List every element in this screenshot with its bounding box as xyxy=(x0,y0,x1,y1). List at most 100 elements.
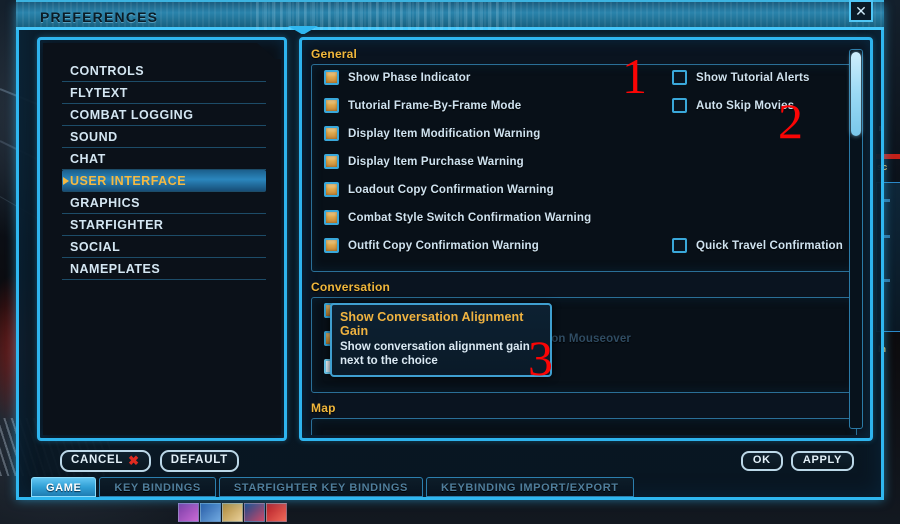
window-title: PREFERENCES xyxy=(40,9,159,25)
tab-keybinding-import-export[interactable]: KEYBINDING IMPORT/EXPORT xyxy=(426,477,634,497)
option-row: Tutorial Frame-By-Frame Mode Auto Skip Mo… xyxy=(312,98,856,126)
checkbox[interactable] xyxy=(324,70,339,85)
section-box-map xyxy=(311,418,857,435)
category-sidebar: CONTROLS FLYTEXT COMBAT LOGGING SOUND CHAT US… xyxy=(37,37,287,441)
sidebar-item-sound[interactable]: SOUND xyxy=(62,126,266,148)
ability-slot[interactable] xyxy=(244,503,265,522)
option-auto-skip-movies[interactable]: Auto Skip Movies xyxy=(672,98,794,113)
option-label: Display Item Purchase Warning xyxy=(348,155,524,168)
tab-starfighter-key-bindings[interactable]: STARFIGHTER KEY BINDINGS xyxy=(218,477,423,497)
screen: sc In PREFERENCES ✕ CONTROLSFLYTEXTCOMBA… xyxy=(0,0,900,524)
checkbox[interactable] xyxy=(672,238,687,253)
options-panel: General Show Phase Indicator Show Tutorial… xyxy=(299,37,873,441)
preferences-window: PREFERENCES ✕ CONTROLS FLYTEXT COMBAT LOGG… xyxy=(16,0,884,500)
default-button-label: DEFAULT xyxy=(170,454,228,466)
close-icon[interactable]: ✕ xyxy=(849,0,873,22)
sidebar-item-graphics[interactable]: GRAPHICS xyxy=(62,192,266,214)
checkbox[interactable] xyxy=(324,154,339,169)
option-label: Outfit Copy Confirmation Warning xyxy=(348,239,539,252)
sidebar-item-label: USER INTERFACE xyxy=(70,174,187,188)
ability-slot[interactable] xyxy=(200,503,221,522)
tab-label: GAME xyxy=(46,482,82,494)
option-label: Tutorial Frame-By-Frame Mode xyxy=(348,99,522,112)
sidebar-item-nameplates[interactable]: NAMEPLATES xyxy=(62,258,266,280)
checkbox[interactable] xyxy=(324,210,339,225)
sidebar-item-label: CHAT xyxy=(70,152,106,166)
sidebar-list: CONTROLS FLYTEXT COMBAT LOGGING SOUND CHAT US… xyxy=(62,60,266,280)
option-label: Display Item Modification Warning xyxy=(348,127,541,140)
sidebar-item-label: STARFIGHTER xyxy=(70,218,164,232)
apply-button[interactable]: APPLY xyxy=(790,451,854,471)
option-display-item-modification-warning[interactable]: Display Item Modification Warning xyxy=(324,126,540,141)
ability-slot[interactable] xyxy=(222,503,243,522)
sidebar-item-controls[interactable]: CONTROLS xyxy=(62,60,266,82)
x-close-icon: ✖ xyxy=(128,453,140,468)
option-quick-travel-confirmation[interactable]: Quick Travel Confirmation xyxy=(672,238,843,253)
ability-slot[interactable] xyxy=(266,503,287,522)
option-row: Display Item Purchase Warning xyxy=(312,154,856,182)
ability-hotbar[interactable] xyxy=(178,503,290,522)
default-button[interactable]: DEFAULT xyxy=(159,450,239,472)
option-row: Combat Style Switch Confirmation Warning xyxy=(312,210,856,238)
sidebar-item-label: GRAPHICS xyxy=(70,196,140,210)
option-row: Loadout Copy Confirmation Warning xyxy=(312,182,856,210)
tab-label: KEYBINDING IMPORT/EXPORT xyxy=(441,482,619,494)
cancel-button-label: CANCEL xyxy=(71,454,124,466)
apply-button-label: APPLY xyxy=(802,454,842,466)
option-show-tutorial-alerts[interactable]: Show Tutorial Alerts xyxy=(672,70,810,85)
option-tooltip: Show Conversation Alignment Gain Show co… xyxy=(330,303,552,377)
checkbox[interactable] xyxy=(324,182,339,197)
sidebar-item-label: CONTROLS xyxy=(70,64,145,78)
sidebar-item-flytext[interactable]: FLYTEXT xyxy=(62,82,266,104)
option-label: Loadout Copy Confirmation Warning xyxy=(348,183,554,196)
option-label: Quick Travel Confirmation xyxy=(696,239,843,252)
footer-left-buttons: CANCEL ✖ DEFAULT xyxy=(60,450,239,472)
option-label: Show Phase Indicator xyxy=(348,71,471,84)
sidebar-item-label: NAMEPLATES xyxy=(70,262,161,276)
checkbox[interactable] xyxy=(324,98,339,113)
section-box-general: Show Phase Indicator Show Tutorial Alerts… xyxy=(311,64,857,272)
checkbox[interactable] xyxy=(324,238,339,253)
tab-key-bindings[interactable]: KEY BINDINGS xyxy=(99,477,216,497)
section-label-map: Map xyxy=(311,401,336,415)
sidebar-item-label: COMBAT LOGGING xyxy=(70,108,194,122)
checkbox[interactable] xyxy=(672,70,687,85)
option-loadout-copy-confirmation-warning[interactable]: Loadout Copy Confirmation Warning xyxy=(324,182,554,197)
option-tutorial-frame-by-frame-mode[interactable]: Tutorial Frame-By-Frame Mode xyxy=(324,98,521,113)
options-scrollbar-track[interactable] xyxy=(849,49,863,429)
tab-bar: GAME KEY BINDINGS STARFIGHTER KEY BINDINGS… xyxy=(31,477,634,497)
tab-game[interactable]: GAME xyxy=(31,477,97,497)
sidebar-item-combat-logging[interactable]: COMBAT LOGGING xyxy=(62,104,266,126)
option-label: Show Tutorial Alerts xyxy=(696,71,810,84)
section-label-conversation: Conversation xyxy=(311,280,391,294)
option-row: Outfit Copy Confirmation Warning Quick Tr… xyxy=(312,238,856,266)
tab-label: KEY BINDINGS xyxy=(114,482,201,494)
sidebar-item-label: FLYTEXT xyxy=(70,86,128,100)
option-row: Show Phase Indicator Show Tutorial Alerts xyxy=(312,70,856,98)
sidebar-item-user-interface[interactable]: USER INTERFACE xyxy=(62,170,266,192)
sidebar-item-starfighter[interactable]: STARFIGHTER xyxy=(62,214,266,236)
ability-slot[interactable] xyxy=(178,503,199,522)
sidebar-item-social[interactable]: SOCIAL xyxy=(62,236,266,258)
option-row: Display Item Modification Warning xyxy=(312,126,856,154)
option-outfit-copy-confirmation-warning[interactable]: Outfit Copy Confirmation Warning xyxy=(324,238,539,253)
option-combat-style-switch-confirmation-warning[interactable]: Combat Style Switch Confirmation Warning xyxy=(324,210,591,225)
section-label-general: General xyxy=(311,47,358,61)
cancel-button[interactable]: CANCEL ✖ xyxy=(60,450,151,472)
option-show-phase-indicator[interactable]: Show Phase Indicator xyxy=(324,70,471,85)
checkbox[interactable] xyxy=(672,98,687,113)
window-titlebar: PREFERENCES xyxy=(16,0,884,30)
tooltip-title: Show Conversation Alignment Gain xyxy=(340,310,524,338)
tooltip-body: Show conversation alignment gain next to… xyxy=(340,341,530,367)
sidebar-item-chat[interactable]: CHAT xyxy=(62,148,266,170)
option-display-item-purchase-warning[interactable]: Display Item Purchase Warning xyxy=(324,154,524,169)
sidebar-item-label: SOCIAL xyxy=(70,240,121,254)
ok-button[interactable]: OK xyxy=(740,451,783,471)
tab-label: STARFIGHTER KEY BINDINGS xyxy=(233,482,408,494)
checkbox[interactable] xyxy=(324,126,339,141)
option-label: Auto Skip Movies xyxy=(696,99,795,112)
ok-button-label: OK xyxy=(752,454,771,466)
options-scrollbar-thumb[interactable] xyxy=(851,52,861,136)
